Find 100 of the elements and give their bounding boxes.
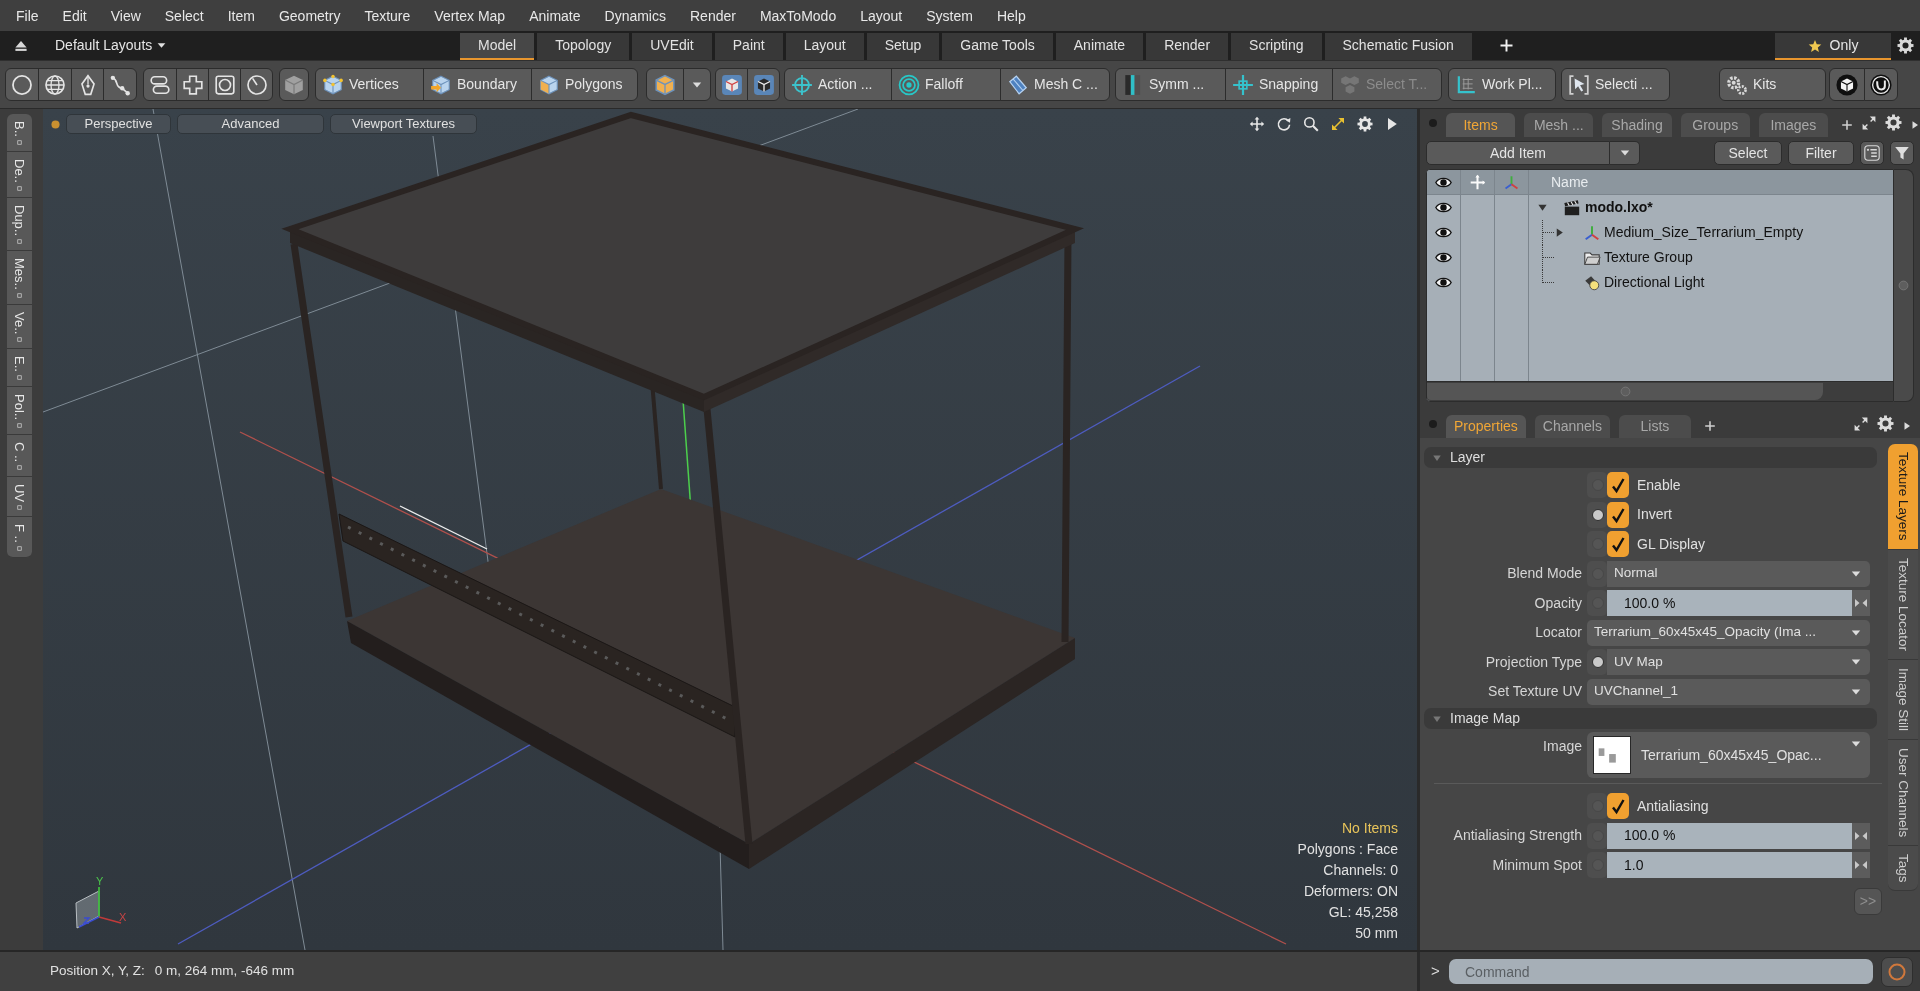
- toolbar-button[interactable]: Mesh C ...: [1000, 68, 1110, 101]
- dropdown[interactable]: UV Map: [1607, 649, 1870, 675]
- toolbar-button[interactable]: Kits: [1719, 68, 1826, 101]
- side-tab[interactable]: Pol..: [7, 386, 32, 435]
- triangle-right-icon[interactable]: [1910, 119, 1920, 131]
- panel-button[interactable]: Select: [1714, 141, 1782, 165]
- menu-item[interactable]: Animate: [517, 6, 593, 25]
- add-item-button[interactable]: Add Item: [1426, 141, 1610, 165]
- side-tab[interactable]: Dup..: [7, 197, 32, 251]
- move-cross-icon[interactable]: [1469, 173, 1486, 191]
- tree-item[interactable]: Texture Group: [1604, 247, 1693, 268]
- toolbar-button[interactable]: [646, 68, 684, 101]
- settings-icon[interactable]: [1877, 415, 1894, 432]
- dropdown[interactable]: Terrarium_60x45x45_Opacity (Ima ...: [1587, 619, 1870, 646]
- dropdown[interactable]: UVChannel_1: [1587, 678, 1870, 705]
- layout-tab[interactable]: Layout: [785, 33, 864, 60]
- layout-tab[interactable]: Scripting: [1231, 33, 1322, 60]
- triangle-right-icon[interactable]: [1902, 420, 1912, 432]
- toolbar-button[interactable]: [71, 68, 104, 101]
- toolbar-button[interactable]: [5, 68, 39, 101]
- layout-tab[interactable]: Animate: [1055, 33, 1144, 60]
- toolbar-button[interactable]: [38, 68, 72, 101]
- menu-item[interactable]: MaxToModo: [747, 6, 849, 25]
- side-tab[interactable]: Tags: [1888, 845, 1918, 892]
- menu-item[interactable]: View: [98, 6, 153, 25]
- toolbar-button[interactable]: Boundary: [423, 68, 532, 101]
- menu-item[interactable]: Edit: [50, 6, 99, 25]
- settings-icon[interactable]: [1885, 114, 1902, 131]
- side-tab[interactable]: Image Still: [1888, 659, 1918, 740]
- toolbar-button[interactable]: [1829, 68, 1865, 101]
- toolbar-button[interactable]: [240, 68, 273, 101]
- toolbar-button[interactable]: [747, 68, 780, 101]
- toolbar-button[interactable]: Symm ...: [1115, 68, 1226, 101]
- layout-tab[interactable]: Paint: [714, 33, 783, 60]
- plus-icon[interactable]: [1703, 420, 1716, 432]
- layout-tab[interactable]: Schematic Fusion: [1324, 33, 1472, 60]
- horizontal-scrollbar[interactable]: [1427, 381, 1893, 401]
- spinner-arrows-icon[interactable]: [1852, 852, 1870, 878]
- toolbar-button[interactable]: [1864, 68, 1898, 101]
- scroll-grip-icon[interactable]: [1619, 386, 1631, 397]
- menu-item[interactable]: Select: [152, 6, 216, 25]
- menu-item[interactable]: Dynamics: [592, 6, 678, 25]
- move-arrows-icon[interactable]: [1249, 116, 1265, 132]
- toolbar-button[interactable]: [143, 68, 177, 101]
- plus-icon[interactable]: [1841, 119, 1853, 131]
- section-header[interactable]: Image Map: [1424, 708, 1877, 729]
- rotate-icon[interactable]: [1276, 116, 1292, 132]
- toolbar-button[interactable]: Work Pl...: [1448, 68, 1556, 101]
- number-field[interactable]: 100.0 %: [1607, 822, 1852, 849]
- number-field[interactable]: 100.0 %: [1607, 590, 1852, 616]
- menu-item[interactable]: File: [4, 6, 51, 25]
- menu-item[interactable]: Item: [215, 6, 267, 25]
- panel-tab[interactable]: Shading: [1602, 113, 1672, 137]
- command-field[interactable]: Command: [1449, 959, 1873, 984]
- toolbar-button[interactable]: [176, 68, 209, 101]
- toolbar-button[interactable]: Falloff: [891, 68, 1001, 101]
- panel-tab[interactable]: Mesh ...: [1524, 113, 1594, 137]
- dropdown-toggle-button[interactable]: [1610, 141, 1640, 165]
- triangle-right-icon[interactable]: [1554, 227, 1565, 238]
- tree-item[interactable]: Medium_Size_Terrarium_Empty: [1604, 222, 1804, 243]
- viewport-button[interactable]: Perspective: [66, 114, 171, 134]
- toolbar-button[interactable]: Selecti ...: [1561, 68, 1670, 101]
- menu-item[interactable]: Render: [678, 6, 748, 25]
- image-dropdown[interactable]: Terrarium_60x45x45_Opac...: [1587, 732, 1870, 778]
- layout-preset-dropdown[interactable]: Default Layouts: [55, 37, 168, 54]
- toolbar-button[interactable]: [715, 68, 748, 101]
- side-tab[interactable]: De..: [7, 151, 32, 198]
- dropdown[interactable]: Normal: [1607, 560, 1870, 587]
- panel-tab[interactable]: Properties: [1446, 415, 1526, 438]
- side-tab[interactable]: Texture Locator: [1888, 549, 1918, 660]
- number-field[interactable]: 1.0: [1607, 852, 1852, 878]
- side-tab[interactable]: B..: [7, 114, 32, 152]
- side-tab[interactable]: Mes..: [7, 250, 32, 305]
- side-tab[interactable]: F ..: [7, 517, 32, 559]
- layout-tab[interactable]: Game Tools: [942, 33, 1053, 60]
- side-tab[interactable]: UV: [7, 477, 32, 518]
- side-tab[interactable]: E..: [7, 349, 32, 387]
- side-tab[interactable]: C ..: [7, 434, 32, 478]
- toolbar-button[interactable]: [103, 68, 137, 101]
- filter-button[interactable]: [1890, 141, 1914, 165]
- spinner-arrows-icon[interactable]: [1852, 590, 1870, 616]
- viewport-button[interactable]: Viewport Textures: [330, 114, 477, 134]
- panel-tab[interactable]: Images: [1758, 113, 1828, 137]
- 3d-viewport[interactable]: Perspective Advanced Viewport Textures No Items Polygons : Face Channels: 0 Deformers: ON GL: 45,258 50 mm Y X: [43, 109, 1417, 950]
- triangle-down-icon[interactable]: [1537, 202, 1548, 213]
- command-button[interactable]: [1881, 956, 1913, 987]
- expand-arrows-icon[interactable]: [1853, 416, 1869, 432]
- checkbox[interactable]: [1607, 472, 1629, 498]
- search-icon[interactable]: [1303, 116, 1319, 132]
- settings-icon[interactable]: [1897, 37, 1914, 54]
- toolbar-button[interactable]: Action ...: [784, 68, 892, 101]
- menu-item[interactable]: Vertex Map: [422, 6, 518, 25]
- section-header[interactable]: Layer: [1424, 447, 1877, 468]
- layout-tab[interactable]: Model: [460, 33, 535, 60]
- viewport-button[interactable]: Advanced: [177, 114, 324, 134]
- toolbar-button[interactable]: [208, 68, 241, 101]
- toolbar-button[interactable]: Snapping: [1225, 68, 1333, 101]
- scroll-grip-icon[interactable]: [1898, 280, 1909, 291]
- layout-tab[interactable]: Setup: [866, 33, 940, 60]
- panel-tab[interactable]: Channels: [1534, 415, 1610, 438]
